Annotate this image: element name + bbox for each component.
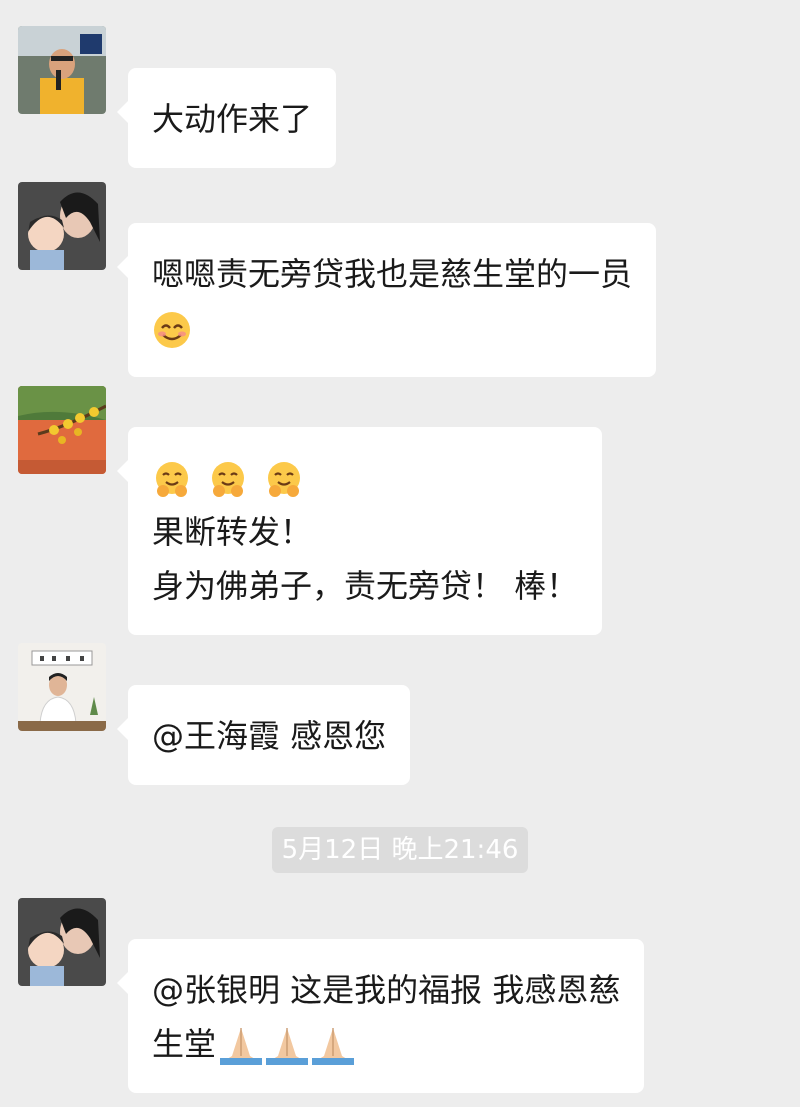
message-bubble-4[interactable]: @王海霞 感恩您 [116,685,411,785]
avatar-user-3[interactable] [18,386,106,474]
mother-child-avatar-icon [18,898,106,986]
smiling-face-emoji-icon [154,312,190,348]
message-text: @王海霞 感恩您 [152,717,387,755]
ginkgo-leaves-avatar-icon [18,386,106,474]
message-text: 身为佛弟子，责无旁贷！ 棒！ [152,567,579,605]
message-emoji-line [152,301,632,355]
avatar-user-4[interactable] [18,643,106,731]
message-bubble-2[interactable]: 嗯嗯责无旁贷我也是慈生堂的一员 [116,223,657,377]
folded-hands-emoji-icon [266,1028,309,1065]
message-bubble-5[interactable]: @张银明 这是我的福报 我感恩慈 生堂 [116,939,645,1093]
avatar-user-2[interactable] [18,182,106,270]
mother-child-avatar-icon [18,182,106,270]
message-emoji-line [152,451,578,505]
message-text: 大动作来了 [152,100,313,138]
folded-hands-emoji-icon [312,1028,355,1065]
hug-face-emoji-icon [268,462,301,497]
message-text: 生堂 [152,1025,217,1063]
timestamp-divider: 5月12日 晚上21:46 [272,827,528,873]
folded-hands-emoji-icon [220,1028,263,1065]
message-text-with-emoji: 生堂 [152,1017,620,1071]
hug-face-emoji-icon [156,462,188,497]
avatar-user-1[interactable] [18,26,106,114]
message-text: 果断转发！ [152,513,313,551]
hug-face-emoji-icon [212,462,245,497]
avatar-user-5[interactable] [18,898,106,986]
message-bubble-3[interactable]: 果断转发！ 身为佛弟子，责无旁贷！ 棒！ [116,427,603,635]
office-man-avatar-icon [18,643,106,731]
message-bubble-1[interactable]: 大动作来了 [116,68,337,168]
message-text: 嗯嗯责无旁贷我也是慈生堂的一员 [152,255,633,293]
message-text: @张银明 这是我的福报 我感恩慈 [152,971,621,1009]
speaker-avatar-icon [18,26,106,114]
